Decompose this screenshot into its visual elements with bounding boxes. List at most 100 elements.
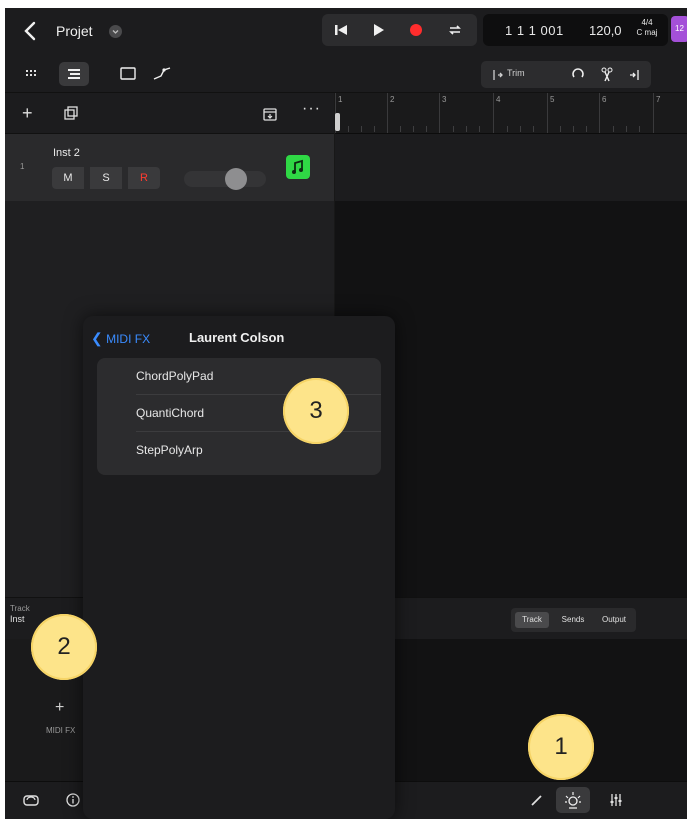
tool-row: Trim (5, 55, 687, 93)
ruler-bar-4: 4 (496, 95, 501, 104)
info-icon[interactable] (65, 792, 81, 808)
beat-tick (400, 126, 401, 132)
track-archive-icon[interactable] (262, 106, 278, 122)
ruler-line (439, 93, 440, 133)
plugin-name: ChordPolyPad (136, 369, 214, 383)
ruler-bar-7: 7 (656, 95, 661, 104)
lcd-display[interactable]: 1 1 1 001 120,0 4/4 C maj (483, 14, 668, 46)
go-to-start-icon[interactable] (332, 21, 350, 39)
trim-label[interactable]: Trim (507, 68, 525, 78)
beat-tick (466, 126, 467, 132)
volume-slider-knob[interactable] (225, 168, 247, 190)
ruler-line (599, 93, 600, 133)
project-title[interactable]: Projet (56, 23, 93, 39)
beat-tick (613, 126, 614, 132)
plugin-name: StepPolyArp (136, 443, 203, 457)
track-header-bar: + ··· (5, 93, 334, 133)
back-chevron-icon: ❮ (91, 330, 103, 346)
loop-tool-icon[interactable] (569, 66, 587, 84)
midi-fx-slot-label[interactable]: MIDI FX (46, 726, 75, 735)
more-options-icon[interactable]: ··· (302, 100, 321, 118)
callout-2: 2 (31, 614, 97, 680)
ruler-bar-5: 5 (550, 95, 555, 104)
trim-tool-icon[interactable] (489, 67, 505, 83)
record-enable-button[interactable]: R (128, 167, 160, 189)
beat-tick (573, 126, 574, 132)
editor-panel-icon[interactable] (113, 62, 143, 86)
list-item[interactable]: StepPolyArp (97, 432, 381, 469)
lcd-position: 1 1 1 001 (505, 23, 564, 38)
popover-back-button[interactable]: ❮ MIDI FX (91, 330, 150, 347)
beat-tick (453, 126, 454, 132)
lcd-time-signature: 4/4 (641, 18, 653, 27)
lcd-tempo: 120,0 (589, 23, 622, 38)
beat-tick (639, 126, 640, 132)
browser-grid-icon[interactable] (17, 62, 47, 86)
midi-fx-popover: ❮ MIDI FX Laurent Colson ChordPolyPad Qu… (83, 316, 395, 819)
beat-tick (413, 126, 414, 132)
ruler-line (547, 93, 548, 133)
beat-tick (507, 126, 508, 132)
playhead[interactable] (335, 113, 340, 131)
mixer-icon[interactable] (609, 792, 623, 808)
inspector-track-name: Inst (10, 614, 25, 624)
add-track-plus-icon[interactable]: + (22, 103, 33, 124)
automation-icon[interactable] (147, 62, 177, 86)
track-row[interactable]: 1 Inst 2 M S R (5, 133, 334, 201)
tracks-view-icon[interactable] (59, 62, 89, 86)
play-icon[interactable] (369, 21, 387, 39)
beat-tick (626, 126, 627, 132)
music-note-icon[interactable] (286, 155, 310, 179)
record-icon[interactable] (407, 21, 425, 39)
top-bar: Projet 1 1 1 001 120,0 4/4 C maj 12 (5, 8, 687, 55)
callout-3: 3 (283, 378, 349, 444)
beat-tick (348, 126, 349, 132)
duplicate-track-icon[interactable] (63, 106, 79, 122)
ruler-bar-3: 3 (442, 95, 447, 104)
join-tool-icon[interactable] (627, 66, 643, 84)
scissors-icon[interactable] (599, 66, 615, 84)
project-menu-chevron-icon[interactable] (109, 25, 122, 38)
pencil-icon[interactable] (530, 793, 544, 807)
track-number: 1 (20, 162, 25, 171)
edit-tools-group: Trim (481, 61, 651, 88)
inspector-tabs: Track Sends Output (511, 608, 636, 632)
beat-tick (361, 126, 362, 132)
back-chevron-icon[interactable] (23, 21, 37, 41)
lcd-signature: 4/4 C maj (632, 18, 662, 38)
count-in-badge[interactable]: 12 (671, 16, 687, 42)
beat-tick (560, 126, 561, 132)
solo-button[interactable]: S (90, 167, 122, 189)
track-name[interactable]: Inst 2 (53, 147, 80, 159)
cycle-icon[interactable] (446, 21, 464, 39)
mute-button[interactable]: M (52, 167, 84, 189)
smart-controls-button[interactable] (556, 787, 590, 813)
inspector-track-label: Track Inst (10, 604, 30, 624)
ruler-bar-1: 1 (338, 95, 343, 104)
popover-back-label: MIDI FX (106, 332, 151, 346)
app-root: Projet 1 1 1 001 120,0 4/4 C maj 12 Trim… (0, 0, 687, 819)
beat-tick (426, 126, 427, 132)
tab-output[interactable]: Output (595, 612, 633, 628)
track-lane[interactable] (335, 133, 687, 201)
add-midi-fx-plus-icon[interactable]: + (55, 699, 64, 717)
tab-track[interactable]: Track (515, 612, 549, 628)
beat-tick (479, 126, 480, 132)
lcd-key: C maj (636, 28, 658, 37)
smart-controls-icon (565, 792, 581, 809)
bar-ruler[interactable]: 1 2 3 4 5 6 7 (335, 93, 687, 133)
beat-tick (533, 126, 534, 132)
ruler-line (387, 93, 388, 133)
popover-title: Laurent Colson (189, 330, 285, 345)
ruler-line (653, 93, 654, 133)
library-icon[interactable] (22, 792, 40, 808)
callout-1: 1 (528, 714, 594, 780)
beat-tick (374, 126, 375, 132)
ruler-line (493, 93, 494, 133)
ruler-bar-6: 6 (602, 95, 607, 104)
inspector-track-caption: Track (10, 604, 30, 613)
tab-sends[interactable]: Sends (553, 612, 593, 628)
beat-tick (586, 126, 587, 132)
plugin-name: QuantiChord (136, 406, 205, 420)
ruler-bar-2: 2 (390, 95, 395, 104)
